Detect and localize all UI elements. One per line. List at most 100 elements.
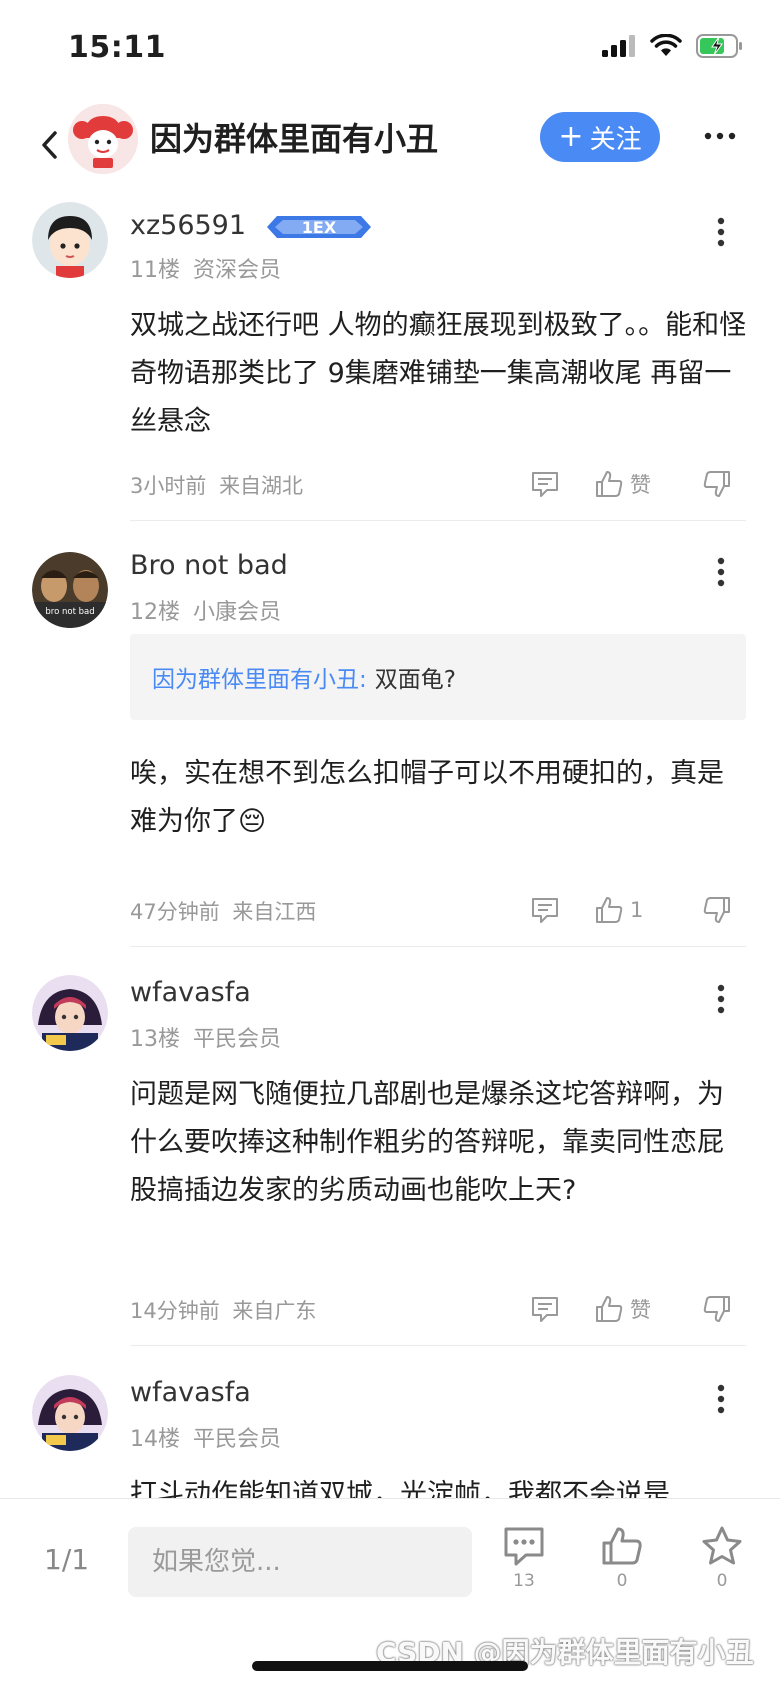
reply-content: 打斗动作能知道双城，光淀帧，我都不会说是 <box>130 1479 670 1498</box>
signal-icon <box>602 35 635 57</box>
dislike-button[interactable] <box>702 1289 732 1329</box>
username-text: xz56591 <box>130 210 247 241</box>
username[interactable]: wfavasfa <box>130 977 251 1008</box>
follow-plus: + <box>558 119 584 154</box>
like-button[interactable]: 赞 <box>594 1289 651 1329</box>
floor-info: 12楼 小康会员 <box>130 594 281 626</box>
follow-button[interactable]: + 关注 <box>540 112 660 162</box>
avatar[interactable] <box>32 1375 108 1451</box>
svg-text:bro not bad: bro not bad <box>45 607 94 617</box>
comment-count: 13 <box>513 1571 535 1591</box>
divider <box>130 520 746 521</box>
thumbs-down-icon <box>703 1296 730 1322</box>
more-vertical-icon <box>717 557 725 587</box>
like-button[interactable]: 赞 <box>594 464 651 504</box>
reply-item: wfavasfa 14楼 平民会员 打斗动作能知道双城，光淀帧，我都不会说是 <box>0 1347 780 1498</box>
thumbs-up-icon <box>602 1527 642 1565</box>
quoted-reply[interactable]: 因为群体里面有小丑: 双面龟? <box>130 634 746 720</box>
status-bar: 15:11 <box>0 0 780 100</box>
page-indicator[interactable]: 1/1 <box>44 1543 89 1576</box>
reply-more-button[interactable] <box>706 1379 736 1419</box>
divider <box>130 1345 746 1346</box>
reply-meta: 47分钟前 来自江西 <box>130 896 316 926</box>
thumbs-up-icon <box>596 1296 623 1322</box>
username[interactable]: xz56591 1EX <box>130 210 373 242</box>
back-button[interactable] <box>30 120 70 170</box>
comment-button[interactable] <box>530 1289 560 1329</box>
thumbs-down-icon <box>703 471 730 497</box>
quoted-author[interactable]: 因为群体里面有小丑: <box>152 660 367 694</box>
username[interactable]: Bro not bad <box>130 550 288 581</box>
wifi-icon <box>650 34 682 56</box>
more-horizontal-icon <box>704 132 736 140</box>
comment-icon <box>532 898 558 923</box>
anime-avatar-icon <box>32 975 108 1051</box>
floor-number: 14楼 <box>130 1427 180 1452</box>
reply-location: 来自江西 <box>232 900 317 924</box>
avatar[interactable]: bro not bad <box>32 552 108 628</box>
comments-button[interactable]: 13 <box>494 1525 554 1591</box>
chevron-left-icon <box>42 131 57 159</box>
more-vertical-icon <box>717 984 725 1014</box>
home-indicator <box>252 1661 528 1671</box>
comment-button[interactable] <box>530 464 560 504</box>
battery-icon <box>696 34 742 58</box>
username[interactable]: wfavasfa <box>130 1377 251 1408</box>
follow-label: 关注 <box>589 124 642 155</box>
avatar[interactable] <box>32 975 108 1051</box>
reply-content: 双城之战还行吧 人物的癫狂展现到极致了。。能和怪奇物语那类比了 9集磨难铺垫一集… <box>130 310 747 437</box>
like-count: 赞 <box>630 473 651 497</box>
like-count: 1 <box>630 898 644 922</box>
like-count: 赞 <box>630 1298 651 1322</box>
bottom-bar: 1/1 13 0 0 CSDN @因为群体里面有小丑 <box>0 1498 780 1688</box>
reply-location: 来自湖北 <box>219 474 304 498</box>
reply-time: 47分钟前 <box>130 900 220 924</box>
reply-item: wfavasfa 13楼 平民会员 问题是网飞随便拉几部剧也是爆杀这坨答辩啊，为… <box>0 947 780 1347</box>
dislike-button[interactable] <box>702 464 732 504</box>
thread-header: 因为群体里面有小丑 + 关注 <box>0 100 780 192</box>
floor-info: 14楼 平民会员 <box>130 1421 281 1453</box>
reply-more-button[interactable] <box>706 979 736 1019</box>
more-options-button[interactable] <box>700 114 740 158</box>
quoted-text: 双面龟? <box>374 667 456 693</box>
comment-icon <box>504 1527 544 1566</box>
member-level: 平民会员 <box>193 1427 282 1452</box>
comment-icon <box>532 472 558 497</box>
comment-button[interactable] <box>530 890 560 930</box>
thread-author-avatar[interactable] <box>68 104 138 174</box>
member-level: 小康会员 <box>193 600 282 625</box>
reply-actions: 1 <box>530 890 750 930</box>
avatar[interactable] <box>32 202 108 278</box>
reply-actions: 赞 <box>530 464 750 504</box>
reply-more-button[interactable] <box>706 212 736 252</box>
more-vertical-icon <box>717 1384 725 1414</box>
more-vertical-icon <box>717 217 725 247</box>
reply-list[interactable]: xz56591 1EX 11楼 资深会员 双城之战还行吧 人物的癫狂展现到极致了… <box>0 192 780 1498</box>
reply-content: 问题是网飞随便拉几部剧也是爆杀这坨答辩啊，为什么要吹捧这种制作粗劣的答辩呢，靠卖… <box>130 1079 724 1206</box>
status-icons <box>602 34 744 58</box>
reply-content: 唉，实在想不到怎么扣帽子可以不用硬扣的，真是难为你了😔 <box>130 758 724 837</box>
thumbs-down-icon <box>703 897 730 923</box>
reply-time: 14分钟前 <box>130 1299 220 1323</box>
floor-number: 11楼 <box>130 258 180 283</box>
reply-meta: 3小时前 来自湖北 <box>130 470 303 500</box>
reply-more-button[interactable] <box>706 552 736 592</box>
floor-info: 13楼 平民会员 <box>130 1021 281 1053</box>
like-button[interactable]: 1 <box>594 890 643 930</box>
anime-avatar-icon <box>32 1375 108 1451</box>
reply-input[interactable] <box>128 1527 472 1597</box>
thumbs-up-icon <box>596 897 623 923</box>
thread-title: 因为群体里面有小丑 <box>150 120 439 158</box>
comment-icon <box>532 1297 558 1322</box>
reply-item: bro not bad Bro not bad 12楼 小康会员 因为群体里面有… <box>0 522 780 947</box>
like-thread-button[interactable]: 0 <box>592 1525 652 1591</box>
reply-actions: 赞 <box>530 1289 750 1329</box>
member-level: 资深会员 <box>193 258 282 283</box>
reply-item: xz56591 1EX 11楼 资深会员 双城之战还行吧 人物的癫狂展现到极致了… <box>0 192 780 522</box>
floor-number: 13楼 <box>130 1027 180 1052</box>
star-icon <box>702 1526 742 1565</box>
dislike-button[interactable] <box>702 890 732 930</box>
favorite-button[interactable]: 0 <box>692 1525 752 1591</box>
reply-meta: 14分钟前 来自广东 <box>130 1295 316 1325</box>
reply-time: 3小时前 <box>130 474 207 498</box>
